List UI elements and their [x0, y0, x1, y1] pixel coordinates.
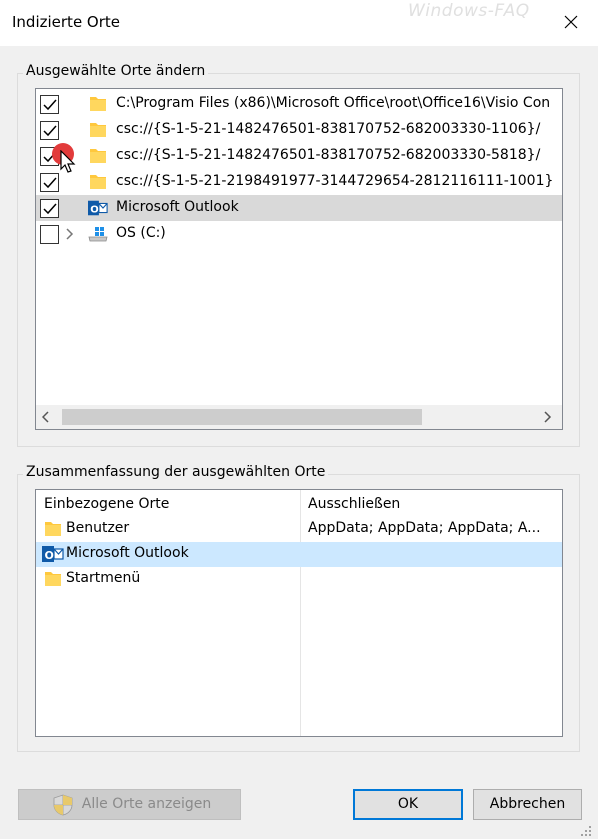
close-button[interactable]	[548, 4, 594, 40]
tree-row-label: OS (C:)	[116, 225, 166, 241]
tree-row-label: csc://{S-1-5-21-1482476501-838170752-682…	[116, 147, 541, 163]
checkbox[interactable]	[40, 199, 59, 218]
list-item-label: Startmenü	[66, 570, 141, 586]
list-item-label: Microsoft Outlook	[66, 545, 189, 561]
show-all-locations-button[interactable]: Alle Orte anzeigen	[18, 789, 241, 820]
scroll-right-icon[interactable]	[544, 411, 552, 423]
outlook-icon: O	[88, 200, 108, 216]
checkbox[interactable]	[40, 225, 59, 244]
folder-icon	[90, 97, 106, 111]
svg-text:O: O	[90, 205, 99, 216]
folder-icon	[90, 175, 106, 189]
drive-icon	[88, 227, 108, 242]
checkmark-icon	[43, 125, 57, 137]
list-item-label: Benutzer	[66, 520, 130, 536]
cancel-button[interactable]: Abbrechen	[473, 789, 582, 820]
tree-row-label: csc://{S-1-5-21-2198491977-3144729654-28…	[116, 173, 554, 189]
tree-row-label: Microsoft Outlook	[116, 199, 239, 215]
checkbox[interactable]	[40, 95, 59, 114]
folder-icon	[90, 149, 106, 163]
checkmark-icon	[43, 203, 57, 215]
watermark: Windows-FAQ	[408, 1, 530, 21]
outlook-icon: O	[42, 546, 64, 562]
column-header-excluded[interactable]: Ausschließen	[308, 496, 400, 512]
checkmark-icon	[43, 99, 57, 111]
list-item[interactable]: Benutzer AppData; AppData; AppData; A...	[36, 517, 562, 542]
chevron-right-icon[interactable]	[66, 228, 74, 240]
tree-row[interactable]: csc://{S-1-5-21-1482476501-838170752-682…	[36, 143, 562, 169]
show-all-locations-label: Alle Orte anzeigen	[81, 796, 212, 812]
list-item[interactable]: O Microsoft Outlook	[36, 542, 562, 567]
window-title: Indizierte Orte	[12, 13, 121, 31]
tree-row[interactable]: csc://{S-1-5-21-2198491977-3144729654-28…	[36, 169, 562, 195]
title-bar: Indizierte Orte Windows-FAQ	[0, 0, 598, 46]
scroll-left-icon[interactable]	[42, 411, 50, 423]
mouse-cursor-icon	[60, 150, 76, 173]
tree-row-label: csc://{S-1-5-21-1482476501-838170752-682…	[116, 121, 541, 137]
column-header-included[interactable]: Einbezogene Orte	[44, 496, 169, 512]
cancel-label: Abbrechen	[489, 796, 566, 812]
tree-row[interactable]: OS (C:)	[36, 221, 562, 247]
list-item[interactable]: Startmenü	[36, 567, 562, 592]
locations-tree[interactable]: C:\Program Files (x86)\Microsoft Office\…	[35, 88, 563, 430]
summary-list[interactable]: Einbezogene Orte Ausschließen Benutzer A…	[35, 489, 563, 737]
uac-shield-icon	[53, 794, 73, 816]
summary-group-label: Zusammenfassung der ausgewählten Orte	[23, 464, 329, 480]
tree-row[interactable]: O Microsoft Outlook	[36, 195, 562, 221]
tree-row-label: C:\Program Files (x86)\Microsoft Office\…	[116, 95, 551, 111]
tree-row[interactable]: csc://{S-1-5-21-1482476501-838170752-682…	[36, 117, 562, 143]
resize-grip-icon[interactable]	[580, 825, 592, 837]
ok-button[interactable]: OK	[353, 789, 463, 820]
folder-icon	[90, 123, 106, 137]
checkbox[interactable]	[40, 173, 59, 192]
svg-text:O: O	[45, 549, 54, 562]
tree-row[interactable]: C:\Program Files (x86)\Microsoft Office\…	[36, 91, 562, 117]
horizontal-scrollbar[interactable]	[36, 405, 562, 429]
checkmark-icon	[43, 177, 57, 189]
folder-icon	[45, 572, 61, 586]
list-item-excluded: AppData; AppData; AppData; A...	[308, 520, 541, 536]
locations-group-label: Ausgewählte Orte ändern	[23, 63, 209, 79]
folder-icon	[45, 522, 61, 536]
close-icon	[564, 15, 578, 29]
scrollbar-thumb[interactable]	[62, 409, 422, 425]
checkbox[interactable]	[40, 121, 59, 140]
ok-label: OK	[397, 796, 419, 812]
